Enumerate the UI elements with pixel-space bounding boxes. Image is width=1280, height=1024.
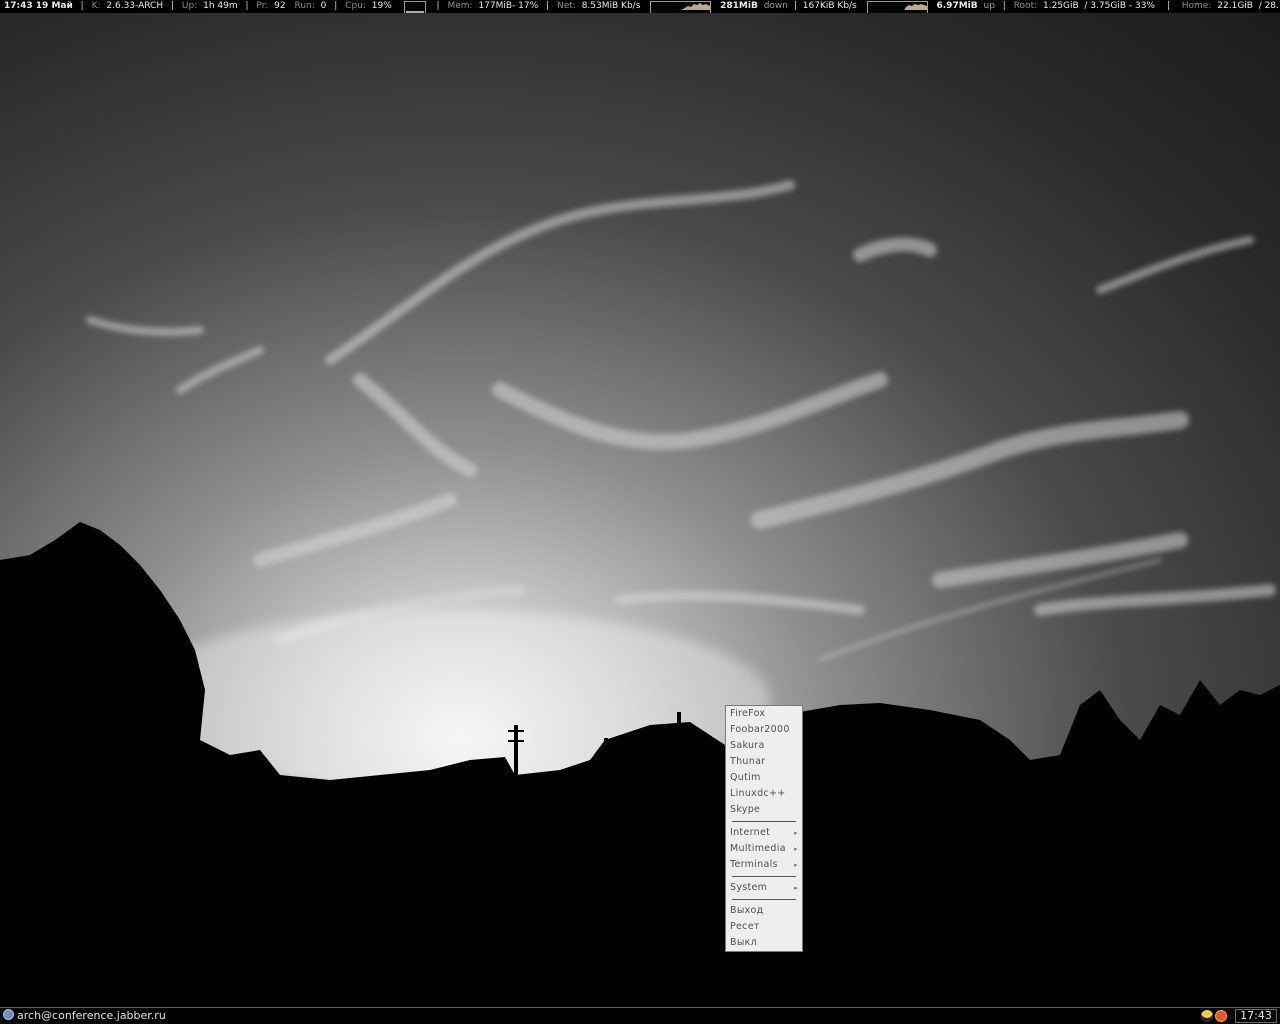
menu-item-label: Thunar	[730, 756, 766, 767]
net-down-total: 281MiB	[720, 1, 758, 11]
kernel-label: K:	[91, 1, 101, 11]
menu-item-label: Internet	[730, 827, 771, 838]
home-value: 22.1GiB / 28.1GiB - 78%	[1217, 1, 1280, 11]
menu-item-label: Qutim	[730, 772, 761, 783]
menu-item-firefox[interactable]: FireFox	[726, 706, 802, 722]
menu-item-sakura[interactable]: Sakura	[726, 738, 802, 754]
separator: |	[80, 1, 84, 11]
root-menu: FireFox Foobar2000 Sakura Thunar Qutim L…	[725, 705, 803, 952]
root-value: 1.25GiB / 3.75GiB - 33%	[1043, 1, 1155, 11]
menu-separator	[726, 873, 802, 880]
mem-label: Mem:	[447, 1, 473, 11]
menu-item-qutim[interactable]: Qutim	[726, 770, 802, 786]
separator: |	[1166, 1, 1170, 11]
menu-item-label: Выход	[730, 905, 764, 916]
flower-icon[interactable]	[1215, 1010, 1227, 1022]
running-label: Run:	[294, 1, 315, 11]
separator: |	[793, 1, 797, 11]
menu-item-label: Foobar2000	[730, 724, 790, 735]
menu-item-label: Skype	[730, 804, 761, 815]
net-up-rate: 167KiB Kb/s	[802, 1, 857, 11]
system-tray	[1200, 1008, 1228, 1024]
separator: |	[334, 1, 338, 11]
menu-item-system[interactable]: System ▸	[726, 880, 802, 896]
clock[interactable]: 17:43	[1235, 1009, 1277, 1023]
home-label: Home:	[1181, 1, 1212, 11]
arrow-right-icon: ▸	[794, 829, 798, 837]
menu-item-label: Выкл	[730, 937, 758, 948]
clock-text: 17:43	[1240, 1009, 1272, 1022]
menu-item-shutdown[interactable]: Выкл	[726, 935, 802, 951]
cpu-value: 19%	[371, 1, 392, 11]
menu-item-exit[interactable]: Выход	[726, 903, 802, 919]
menu-item-label: System	[730, 882, 768, 893]
menu-item-reset[interactable]: Ресет	[726, 919, 802, 935]
menu-item-skype[interactable]: Skype	[726, 802, 802, 818]
menu-item-terminals[interactable]: Terminals ▸	[726, 857, 802, 873]
menu-item-thunar[interactable]: Thunar	[726, 754, 802, 770]
net-down-word: down	[763, 1, 788, 11]
net-up-graph	[866, 1, 928, 13]
arrow-right-icon: ▸	[794, 861, 798, 869]
desktop-wallpaper	[0, 0, 1280, 1024]
net-up-word: up	[983, 1, 995, 11]
cpu-graph-fill	[405, 11, 424, 13]
menu-item-linuxdcpp[interactable]: Linuxdc++	[726, 786, 802, 802]
menu-separator	[726, 896, 802, 903]
status-bar: 17:43 19 Май | K: 2.6.33-ARCH | Up: 1h 4…	[0, 0, 1280, 13]
datetime-text: 17:43 19 Май	[4, 1, 73, 11]
net-up-total: 6.97MiB	[936, 1, 978, 11]
separator: |	[1002, 1, 1006, 11]
cpu-label: Cpu:	[345, 1, 366, 11]
menu-item-foobar2000[interactable]: Foobar2000	[726, 722, 802, 738]
mem-value: 177MiB- 17%	[478, 1, 539, 11]
menu-item-label: Sakura	[730, 740, 765, 751]
taskbar-item[interactable]: arch@conference.jabber.ru	[3, 1008, 166, 1024]
procs-value: 92	[274, 1, 286, 11]
separator: |	[546, 1, 550, 11]
menu-item-multimedia[interactable]: Multimedia ▸	[726, 841, 802, 857]
tux-icon[interactable]	[1201, 1010, 1213, 1022]
menu-item-label: Ресет	[730, 921, 760, 932]
separator: |	[170, 1, 175, 11]
arrow-right-icon: ▸	[794, 845, 798, 853]
separator: |	[436, 1, 440, 11]
chat-bubble-icon	[3, 1009, 14, 1020]
menu-item-label: Multimedia	[730, 843, 786, 854]
uptime-value: 1h 49m	[203, 1, 238, 11]
menu-item-internet[interactable]: Internet ▸	[726, 825, 802, 841]
menu-item-label: Terminals	[730, 859, 778, 870]
menu-item-label: FireFox	[730, 708, 766, 719]
net-label: Net:	[556, 1, 576, 11]
menu-separator	[726, 818, 802, 825]
cpu-graph	[403, 1, 426, 13]
taskbar: arch@conference.jabber.ru 17:43	[0, 1007, 1280, 1024]
net-down-rate: 8.53MiB Kb/s	[581, 1, 641, 11]
running-value: 0	[320, 1, 327, 11]
root-label: Root:	[1013, 1, 1038, 11]
separator: |	[245, 1, 249, 11]
net-down-graph	[650, 1, 712, 13]
arrow-right-icon: ▸	[794, 884, 798, 892]
menu-item-label: Linuxdc++	[730, 788, 786, 799]
uptime-label: Up:	[181, 1, 198, 11]
taskbar-item-title: arch@conference.jabber.ru	[17, 1009, 166, 1022]
kernel-value: 2.6.33-ARCH	[106, 1, 164, 11]
procs-label: Pr:	[256, 1, 269, 11]
